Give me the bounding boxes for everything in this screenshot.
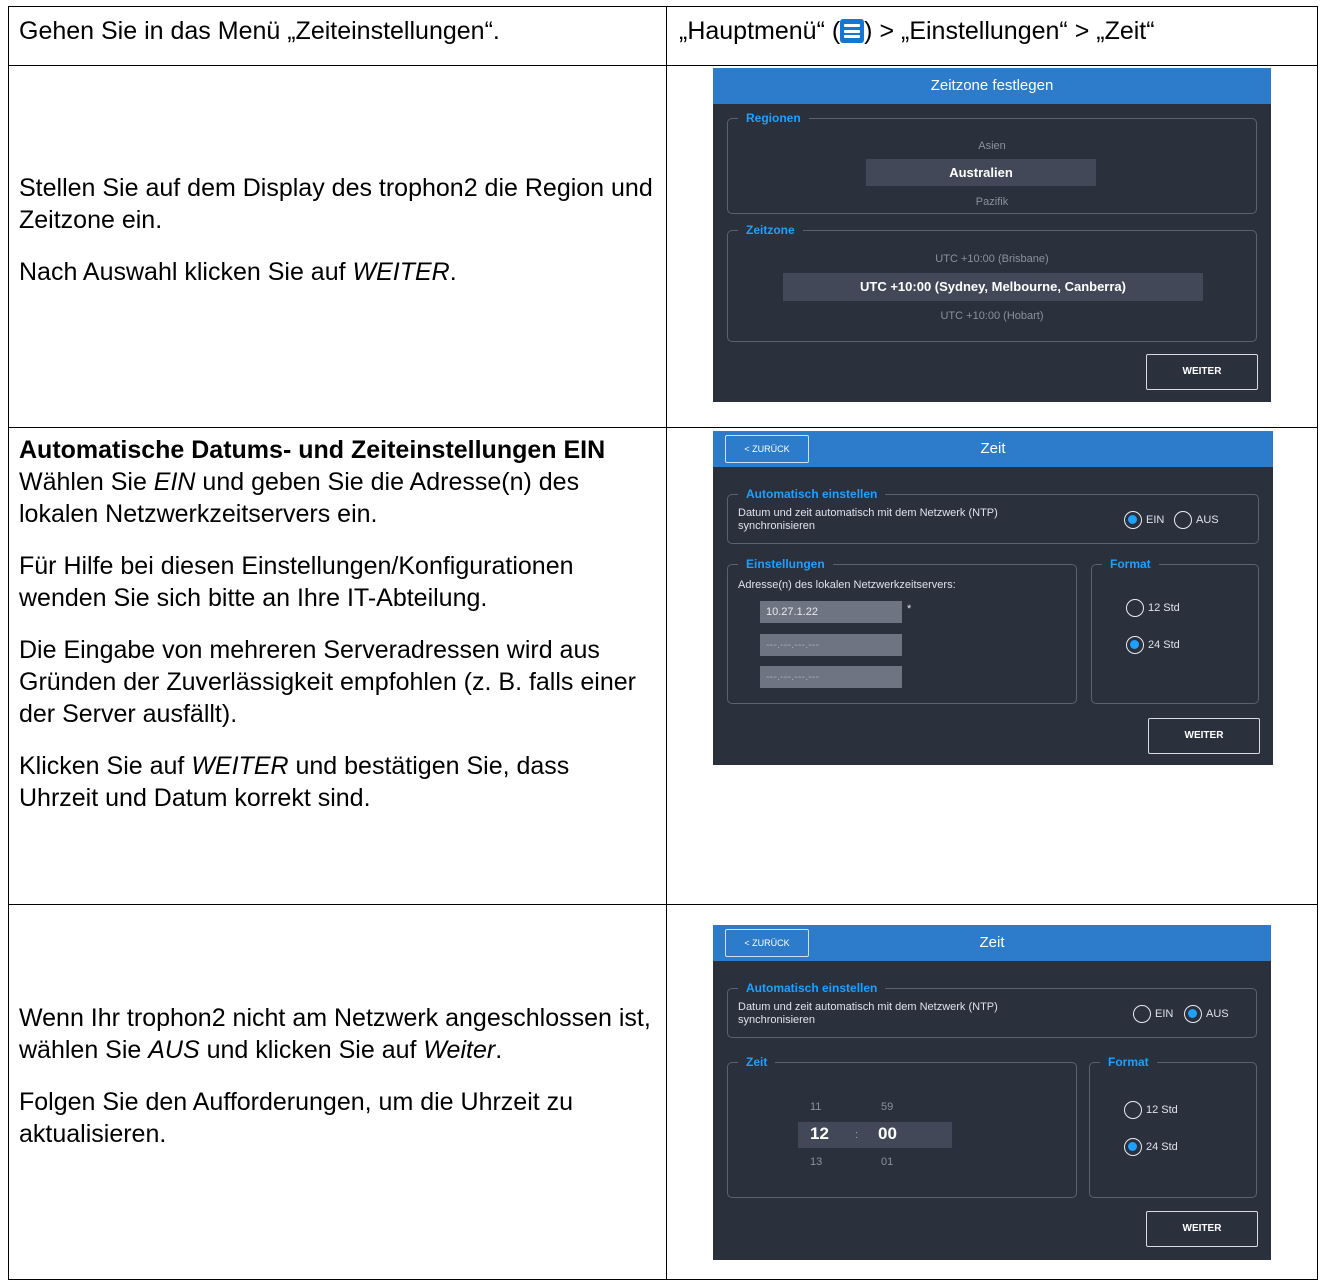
minute-value[interactable]: 00	[878, 1124, 897, 1144]
auto-off-radio[interactable]	[1174, 511, 1192, 529]
step-manual-time-text: Wenn Ihr trophon2 nicht am Netzwerk ange…	[19, 1002, 654, 1170]
settings-group: Einstellungen Adresse(n) des lokalen Net…	[727, 556, 1077, 704]
auto-sync-text: Datum und zeit automatisch mit dem Netzw…	[738, 1001, 998, 1026]
auto-set-group: Automatisch einstellen Datum und zeit au…	[727, 486, 1259, 544]
time-auto-on-screen: Zeit < ZURÜCK Automatisch einstellen Dat…	[713, 431, 1273, 765]
timezone-instruction: Stellen Sie auf dem Display des trophon2…	[19, 174, 653, 234]
it-help-text: Für Hilfe bei diesen Einstellungen/Konfi…	[19, 552, 574, 612]
screen-title: Zeitzone festlegen	[713, 68, 1271, 104]
row-divider	[9, 427, 1317, 428]
next-button[interactable]: WEITER	[1148, 718, 1260, 754]
regions-legend: Regionen	[738, 110, 809, 126]
auto-off-label: AUS	[1206, 1008, 1229, 1020]
format-12-label: 12 Std	[1148, 602, 1180, 614]
step-menu-text: Gehen Sie in das Menü „Zeiteinstellungen…	[19, 17, 500, 45]
settings-legend: Einstellungen	[738, 556, 833, 572]
regions-group: Regionen Asien Australien Pazifik	[727, 110, 1257, 214]
format-24-label: 24 Std	[1148, 639, 1180, 651]
hour-next[interactable]: 13	[810, 1156, 822, 1168]
auto-on-label: EIN	[1155, 1008, 1174, 1020]
timezone-screen: Zeitzone festlegen Regionen Asien Austra…	[713, 68, 1271, 402]
hour-prev[interactable]: 11	[810, 1101, 821, 1113]
confirm-text: Klicken Sie auf WEITER und bestätigen Si…	[19, 752, 570, 812]
region-option[interactable]: Pazifik	[728, 196, 1256, 208]
minute-next[interactable]: 01	[881, 1156, 893, 1168]
servers-label: Adresse(n) des lokalen Netzwerkzeitserve…	[738, 579, 956, 591]
column-divider	[666, 7, 667, 1279]
time-separator: :	[855, 1129, 859, 1141]
auto-set-legend: Automatisch einstellen	[738, 980, 886, 996]
auto-on-radio[interactable]	[1133, 1005, 1151, 1023]
row-divider	[9, 904, 1317, 905]
next-button[interactable]: WEITER	[1146, 1211, 1258, 1247]
next-button[interactable]: WEITER	[1146, 354, 1258, 390]
format-legend: Format	[1102, 556, 1159, 572]
auto-set-group: Automatisch einstellen Datum und zeit au…	[727, 980, 1257, 1038]
manual-time-instruction: Wenn Ihr trophon2 nicht am Netzwerk ange…	[19, 1004, 651, 1064]
format-group: Format 12 Std 24 Std	[1089, 1054, 1257, 1198]
auto-off-radio[interactable]	[1184, 1005, 1202, 1023]
time-group: Zeit 11 59 12 : 00 13 01	[727, 1054, 1077, 1198]
region-option[interactable]: Asien	[728, 140, 1256, 152]
required-mark: *	[907, 603, 912, 615]
auto-time-heading: Automatische Datums- und Zeiteinstellung…	[19, 436, 606, 464]
format-24-label: 24 Std	[1146, 1141, 1178, 1153]
multiple-servers-text: Die Eingabe von mehreren Serveradressen …	[19, 636, 636, 728]
hour-value[interactable]: 12	[810, 1124, 829, 1144]
timezone-selected[interactable]: UTC +10:00 (Sydney, Melbourne, Canberra)	[783, 273, 1203, 301]
server-address-field[interactable]: 10.27.1.22	[760, 601, 902, 623]
auto-off-label: AUS	[1196, 514, 1219, 526]
server-address-field[interactable]: ---.---.---.---	[760, 666, 902, 688]
timezone-legend: Zeitzone	[738, 222, 803, 238]
timezone-option[interactable]: UTC +10:00 (Hobart)	[728, 310, 1256, 322]
format-12-label: 12 Std	[1146, 1104, 1178, 1116]
server-address-field[interactable]: ---.---.---.---	[760, 634, 902, 656]
step-timezone-text: Stellen Sie auf dem Display des trophon2…	[19, 172, 654, 308]
format-12-radio[interactable]	[1126, 599, 1144, 617]
row-divider	[9, 65, 1317, 66]
step-auto-time-text: Automatische Datums- und Zeiteinstellung…	[19, 434, 654, 834]
follow-prompts-text: Folgen Sie den Aufforderungen, um die Uh…	[19, 1088, 574, 1148]
auto-time-instruction: Wählen Sie EIN und geben Sie die Adresse…	[19, 468, 580, 528]
format-group: Format 12 Std 24 Std	[1091, 556, 1259, 704]
time-legend: Zeit	[738, 1054, 776, 1070]
auto-on-radio[interactable]	[1124, 511, 1142, 529]
auto-sync-text: Datum und zeit automatisch mit dem Netzw…	[738, 507, 998, 532]
format-24-radio[interactable]	[1126, 636, 1144, 654]
back-button[interactable]: < ZURÜCK	[725, 435, 809, 463]
format-24-radio[interactable]	[1124, 1138, 1142, 1156]
format-legend: Format	[1100, 1054, 1157, 1070]
region-selected[interactable]: Australien	[866, 159, 1096, 186]
timezone-group: Zeitzone UTC +10:00 (Brisbane) UTC +10:0…	[727, 222, 1257, 342]
menu-icon	[840, 19, 865, 43]
timezone-option[interactable]: UTC +10:00 (Brisbane)	[728, 253, 1256, 265]
time-auto-off-screen: Zeit < ZURÜCK Automatisch einstellen Dat…	[713, 925, 1271, 1260]
menu-path: „Hauptmenü“ () > „Einstellungen“ > „Zeit…	[679, 17, 1155, 45]
format-12-radio[interactable]	[1124, 1101, 1142, 1119]
timezone-next-instruction: Nach Auswahl klicken Sie auf WEITER.	[19, 258, 457, 286]
auto-set-legend: Automatisch einstellen	[738, 486, 886, 502]
auto-on-label: EIN	[1146, 514, 1165, 526]
minute-prev[interactable]: 59	[881, 1101, 893, 1113]
back-button[interactable]: < ZURÜCK	[725, 929, 809, 957]
